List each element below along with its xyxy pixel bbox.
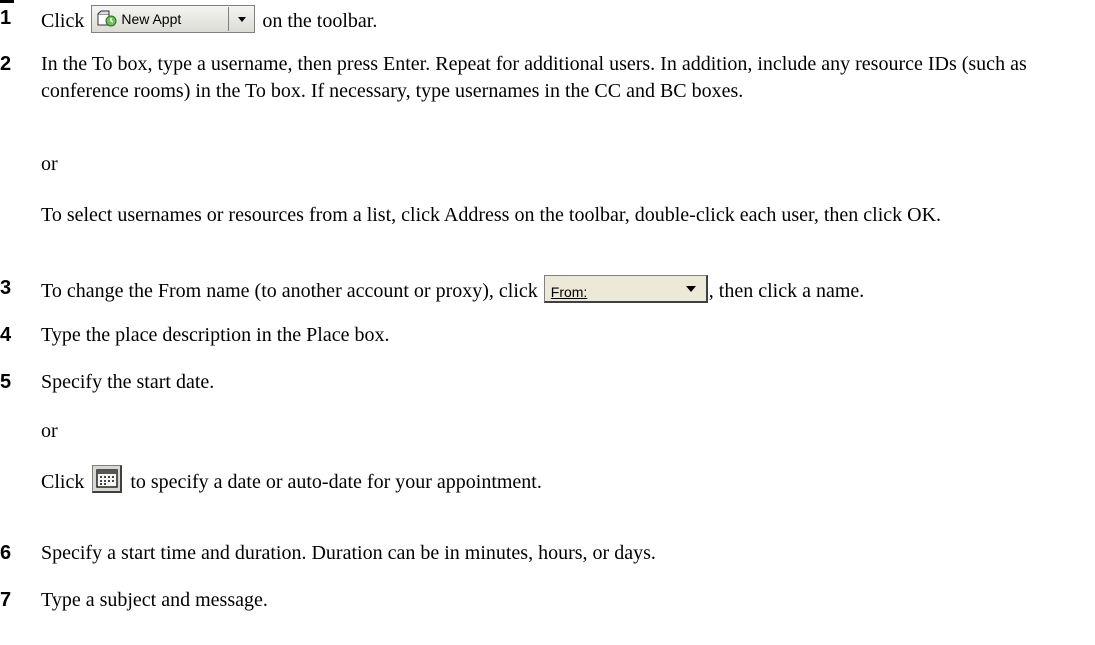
new-appt-dropdown-arrow[interactable] bbox=[229, 6, 254, 32]
step-number: 6 bbox=[0, 542, 12, 564]
step-2: 2 In the To box, type a username, then p… bbox=[0, 51, 1090, 105]
calendar-icon bbox=[96, 469, 119, 488]
step-3: 3 To change the From name (to another ac… bbox=[0, 275, 1090, 305]
step-number: 4 bbox=[0, 324, 12, 346]
step-number: 5 bbox=[0, 371, 12, 393]
chevron-down-icon bbox=[237, 16, 246, 22]
step-1: 1 Click New Appt on the toolbar. bbox=[0, 5, 378, 33]
step-text: Specify the start date. bbox=[41, 371, 215, 393]
page-corner-mark bbox=[0, 0, 14, 3]
step-number: 3 bbox=[0, 277, 12, 299]
new-appointment-icon bbox=[97, 10, 117, 27]
calendar-button[interactable] bbox=[92, 465, 123, 493]
step-6: 6 Specify a start time and duration. Dur… bbox=[0, 540, 1090, 567]
step-text: In the To box, type a username, then pre… bbox=[41, 53, 1027, 102]
or-separator: or bbox=[41, 420, 58, 442]
step-alt-text: Click to specify a date or auto-date for… bbox=[41, 465, 1086, 496]
from-dropdown[interactable]: From: bbox=[543, 275, 708, 303]
step-text: To change the From name (to another acco… bbox=[41, 280, 543, 302]
step-alt-text: To select usernames or resources from a … bbox=[41, 204, 942, 226]
step-number: 2 bbox=[0, 53, 12, 75]
step-text: Specify a start time and duration. Durat… bbox=[41, 542, 656, 564]
step-7: 7 Type a subject and message. bbox=[0, 587, 1090, 614]
step-text: Click bbox=[41, 10, 90, 32]
new-appt-button-label: New Appt bbox=[121, 10, 182, 27]
step-number: 7 bbox=[0, 589, 12, 611]
step-4: 4 Type the place description in the Plac… bbox=[0, 322, 1090, 349]
step-text: Type a subject and message. bbox=[41, 589, 268, 611]
new-appt-button[interactable]: New Appt bbox=[91, 5, 256, 33]
step-text: Type the place description in the Place … bbox=[41, 324, 390, 346]
or-separator: or bbox=[41, 153, 58, 175]
step-number: 1 bbox=[0, 7, 12, 29]
chevron-down-icon bbox=[685, 286, 696, 292]
from-dropdown-label: From: bbox=[550, 284, 588, 300]
step-5: 5 Specify the start date. bbox=[0, 369, 1090, 396]
